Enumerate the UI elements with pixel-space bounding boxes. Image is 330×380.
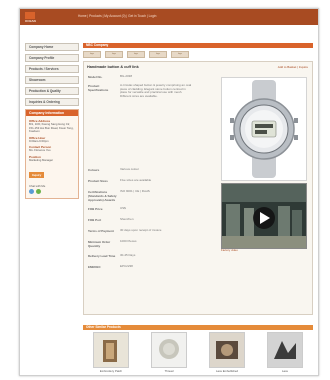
spec-value: ISO 9001 | CE | RoHS bbox=[120, 189, 150, 193]
position: Marketing Manager bbox=[29, 157, 54, 162]
sidebar-item-showroom[interactable]: Showroom bbox=[25, 76, 79, 84]
company-heading: NBC Company bbox=[83, 43, 313, 48]
sidebar-item-company-profile[interactable]: Company Profile bbox=[25, 54, 79, 62]
spec-value: Shenzhen bbox=[120, 217, 134, 221]
spec-value: BG-2038 bbox=[120, 74, 133, 78]
spec-key: Product Specifications bbox=[88, 84, 109, 92]
spec-value: Five sizes are available bbox=[120, 178, 152, 182]
contact-person: Ms. Florence Yeo bbox=[29, 148, 51, 153]
spec-value: 30-45 Days bbox=[120, 253, 136, 257]
sidebar: Company Home Company Profile Products / … bbox=[25, 43, 79, 199]
spec-key: Certifications (Standards & Safety Appro… bbox=[88, 190, 117, 202]
top-nav-links[interactable]: Home | Products | My Account (0) | Get i… bbox=[78, 14, 156, 18]
spec-key: Minimum Order Quantity bbox=[88, 240, 111, 248]
logo-mark-icon bbox=[25, 12, 35, 19]
factory-video[interactable] bbox=[221, 183, 307, 249]
skype-icon[interactable] bbox=[29, 188, 34, 194]
similar-product-name: Embroidery Patch bbox=[99, 369, 123, 373]
brand-logo[interactable]: logo bbox=[127, 50, 145, 58]
similar-products-list: Embroidery Patch Thread Lace Embellished… bbox=[83, 332, 313, 373]
spec-key: Terms of Payment bbox=[88, 229, 114, 233]
spec-key: Product Sizes bbox=[88, 179, 108, 183]
inquiry-button[interactable]: Inquiry bbox=[29, 171, 45, 178]
company-logo-strip: logo logo logo logo logo bbox=[83, 50, 313, 58]
similar-product[interactable]: Lace Embellished bbox=[209, 332, 245, 373]
similar-product[interactable]: Thread bbox=[151, 332, 187, 373]
sidebar-item-production[interactable]: Production & Quality bbox=[25, 87, 79, 95]
spec-value: A circular-shaped button & jewelry compr… bbox=[120, 83, 192, 98]
video-caption: Factory video bbox=[221, 248, 238, 252]
logo-text: OCEAN bbox=[25, 19, 36, 23]
watch-image bbox=[230, 80, 298, 178]
spec-key: EMI/OEC bbox=[88, 265, 101, 269]
product-thumbnail[interactable] bbox=[209, 332, 245, 368]
product-image[interactable] bbox=[221, 77, 307, 181]
spec-value: 1000 Pieces bbox=[120, 239, 137, 243]
product-title: Handmade button & cuff link bbox=[87, 65, 139, 69]
spec-value: US$ bbox=[120, 206, 126, 210]
brand-logo[interactable]: logo bbox=[149, 50, 167, 58]
spec-value: Various colour bbox=[120, 167, 139, 171]
company-logo[interactable]: OCEAN bbox=[25, 12, 43, 24]
office-address: B/1, 10/F, Kwong Sang Hong Ctr, 151-153 … bbox=[29, 122, 74, 134]
brand-logo[interactable]: logo bbox=[105, 50, 123, 58]
spec-key: Model No. bbox=[88, 75, 103, 79]
main-content: NBC Company logo logo logo logo logo Han… bbox=[83, 43, 313, 315]
chat-icons bbox=[29, 188, 75, 194]
sidebar-item-inquiries[interactable]: Inquiries & Ordering bbox=[25, 98, 79, 106]
similar-product-name: Thread bbox=[164, 369, 174, 373]
similar-product-name: Lace Embellished bbox=[215, 369, 239, 373]
chat-label: Chat with Me bbox=[29, 183, 46, 188]
spec-key: Colours bbox=[88, 168, 100, 172]
product-thumbnail[interactable] bbox=[93, 332, 129, 368]
company-info-box: Company Information Office Address B/1, … bbox=[25, 109, 79, 199]
product-page: OCEAN Home | Products | My Account (0) |… bbox=[19, 8, 319, 376]
brand-logo[interactable]: logo bbox=[171, 50, 189, 58]
office-hour: 9:00am-6:00pm bbox=[29, 138, 49, 143]
msn-icon[interactable] bbox=[36, 188, 41, 194]
product-thumbnail[interactable] bbox=[267, 332, 303, 368]
spec-key: FOB Price bbox=[88, 207, 103, 211]
spec-key: FOB Port bbox=[88, 218, 102, 222]
spec-value: EPC2238 bbox=[120, 264, 133, 268]
similar-product[interactable]: Lace bbox=[267, 332, 303, 373]
product-thumbnail[interactable] bbox=[151, 332, 187, 368]
spec-key: Delivery Lead Time bbox=[88, 254, 116, 258]
sidebar-item-company-home[interactable]: Company Home bbox=[25, 43, 79, 51]
similar-product-name: Lace bbox=[281, 369, 289, 373]
spec-value: 30 days upon receipt of invoice bbox=[120, 228, 162, 232]
product-actions[interactable]: Add to Basket | Inquire bbox=[278, 65, 308, 69]
similar-products-heading: Other Similar Products bbox=[83, 325, 313, 330]
video-player bbox=[222, 184, 306, 248]
product-panel: Handmade button & cuff link Add to Baske… bbox=[83, 61, 313, 315]
company-info-heading: Company Information bbox=[26, 110, 78, 116]
sidebar-item-products[interactable]: Products / Services bbox=[25, 65, 79, 73]
similar-product[interactable]: Embroidery Patch bbox=[93, 332, 129, 373]
top-bar: OCEAN Home | Products | My Account (0) |… bbox=[20, 9, 318, 25]
brand-logo[interactable]: logo bbox=[83, 50, 101, 58]
